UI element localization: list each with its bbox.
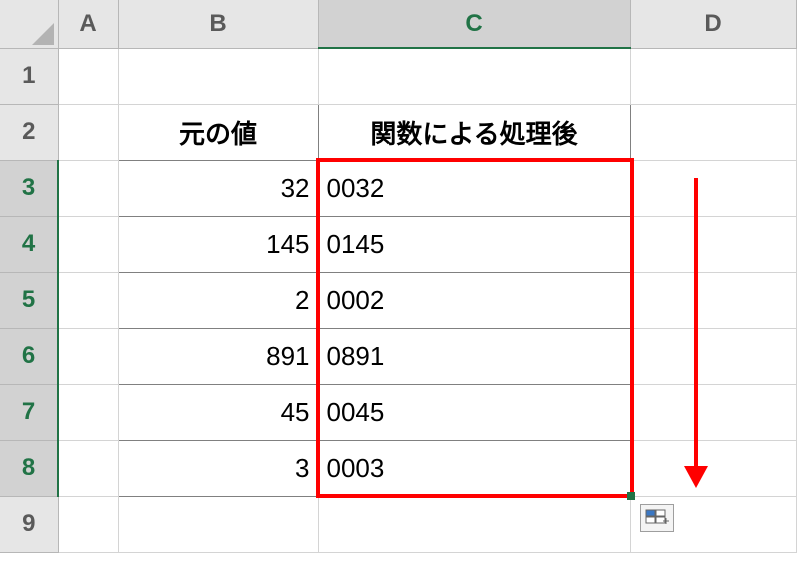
cell-B1[interactable]	[118, 48, 318, 104]
cell-B5[interactable]: 2	[118, 272, 318, 328]
cell-D5[interactable]	[630, 272, 796, 328]
cell-C1[interactable]	[318, 48, 630, 104]
cell-C7[interactable]: 0045	[318, 384, 630, 440]
annotation-arrow-head-icon	[684, 466, 708, 488]
cell-A1[interactable]	[58, 48, 118, 104]
autofill-options-button[interactable]	[640, 504, 674, 532]
cell-C9[interactable]	[318, 496, 630, 552]
row-header-4[interactable]: 4	[0, 216, 58, 272]
row-header-8[interactable]: 8	[0, 440, 58, 496]
row-header-3[interactable]: 3	[0, 160, 58, 216]
select-all-triangle-icon	[32, 23, 54, 45]
cell-D6[interactable]	[630, 328, 796, 384]
cell-A2[interactable]	[58, 104, 118, 160]
cell-A7[interactable]	[58, 384, 118, 440]
cell-A5[interactable]	[58, 272, 118, 328]
col-header-C[interactable]: C	[318, 0, 630, 48]
cell-C3[interactable]: 0032	[318, 160, 630, 216]
cell-A3[interactable]	[58, 160, 118, 216]
cell-A6[interactable]	[58, 328, 118, 384]
cell-A8[interactable]	[58, 440, 118, 496]
spreadsheet-grid: A B C D 1 2 元の値 関数による処理後 3 32 0032 4 145…	[0, 0, 797, 553]
row-header-2[interactable]: 2	[0, 104, 58, 160]
select-all-button[interactable]	[0, 0, 58, 48]
cell-D2[interactable]	[630, 104, 796, 160]
cell-A4[interactable]	[58, 216, 118, 272]
cell-C8[interactable]: 0003	[318, 440, 630, 496]
cell-C6[interactable]: 0891	[318, 328, 630, 384]
cell-B9[interactable]	[118, 496, 318, 552]
cell-B4[interactable]: 145	[118, 216, 318, 272]
cell-A9[interactable]	[58, 496, 118, 552]
row-header-9[interactable]: 9	[0, 496, 58, 552]
col-header-B[interactable]: B	[118, 0, 318, 48]
annotation-arrow-line	[694, 178, 698, 468]
fill-handle[interactable]	[627, 492, 635, 500]
cell-B3[interactable]: 32	[118, 160, 318, 216]
cell-B6[interactable]: 891	[118, 328, 318, 384]
cell-D1[interactable]	[630, 48, 796, 104]
cell-B2-header[interactable]: 元の値	[118, 104, 318, 160]
auto-fill-options-icon	[645, 509, 669, 527]
cell-D8[interactable]	[630, 440, 796, 496]
cell-C2-header[interactable]: 関数による処理後	[318, 104, 630, 160]
row-header-1[interactable]: 1	[0, 48, 58, 104]
cell-D3[interactable]	[630, 160, 796, 216]
cell-C5[interactable]: 0002	[318, 272, 630, 328]
row-header-6[interactable]: 6	[0, 328, 58, 384]
col-header-D[interactable]: D	[630, 0, 796, 48]
row-header-5[interactable]: 5	[0, 272, 58, 328]
cell-C4[interactable]: 0145	[318, 216, 630, 272]
col-header-A[interactable]: A	[58, 0, 118, 48]
cell-B7[interactable]: 45	[118, 384, 318, 440]
row-header-7[interactable]: 7	[0, 384, 58, 440]
cell-D7[interactable]	[630, 384, 796, 440]
cell-D4[interactable]	[630, 216, 796, 272]
cell-B8[interactable]: 3	[118, 440, 318, 496]
